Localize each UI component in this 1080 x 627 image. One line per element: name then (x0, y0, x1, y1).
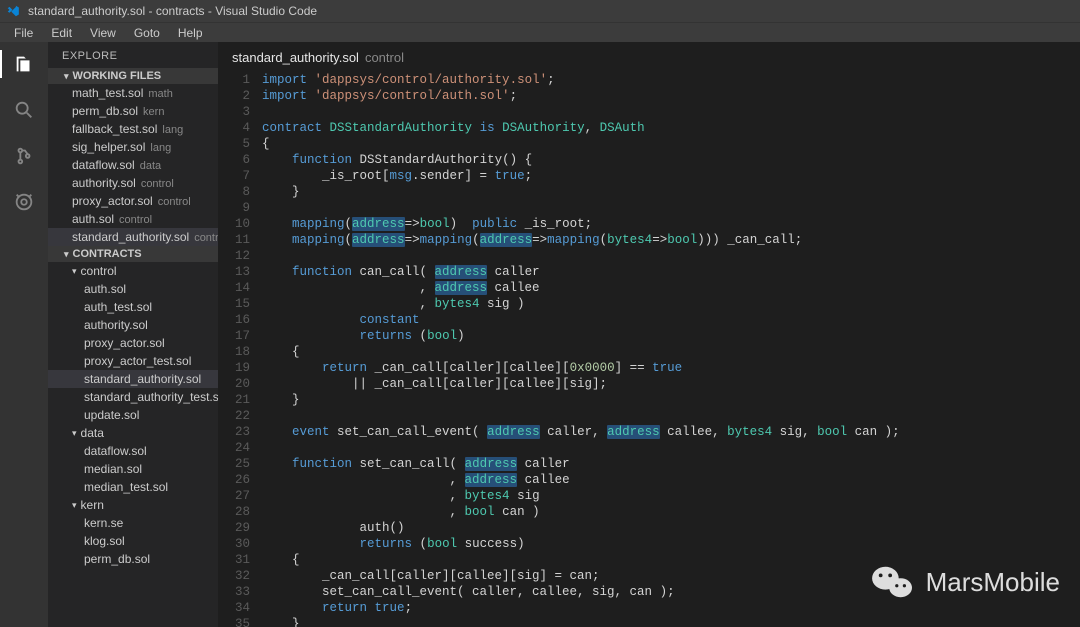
file-name: standard_authority_test.sol (84, 390, 218, 404)
file-item[interactable]: update.sol (48, 406, 218, 424)
activity-bar (0, 42, 48, 627)
file-item[interactable]: proxy_actor.sol (48, 334, 218, 352)
file-name: perm_db.sol (72, 104, 138, 118)
section-working-files-label: WORKING FILES (73, 70, 162, 82)
git-icon[interactable] (10, 142, 38, 170)
working-file-item[interactable]: perm_db.sol kern (48, 102, 218, 120)
title-bar: standard_authority.sol - contracts - Vis… (0, 0, 1080, 22)
folder-label: kern (81, 498, 104, 512)
working-file-item[interactable]: auth.sol control (48, 210, 218, 228)
section-contracts[interactable]: ▾ CONTRACTS (48, 246, 218, 262)
file-name: kern.se (84, 516, 123, 530)
file-dir: lang (162, 124, 183, 136)
working-file-item[interactable]: proxy_actor.sol control (48, 192, 218, 210)
editor: standard_authority.sol control 123456789… (218, 42, 1080, 627)
file-dir: control (119, 214, 152, 226)
menu-bar: File Edit View Goto Help (0, 22, 1080, 42)
file-dir: control (194, 232, 218, 244)
working-file-item[interactable]: dataflow.sol data (48, 156, 218, 174)
main: EXPLORE ▾ WORKING FILES math_test.solmat… (0, 42, 1080, 627)
file-item[interactable]: kern.se (48, 514, 218, 532)
file-name: dataflow.sol (84, 444, 147, 458)
chevron-down-icon: ▾ (64, 71, 69, 82)
wechat-icon (870, 563, 916, 601)
menu-file[interactable]: File (6, 24, 41, 42)
folder-item-kern[interactable]: ▾ kern (48, 496, 218, 514)
file-dir: math (148, 88, 172, 100)
vscode-icon (6, 4, 20, 18)
working-file-item[interactable]: math_test.sol math (48, 84, 218, 102)
working-file-item[interactable]: fallback_test.sol lang (48, 120, 218, 138)
editor-tabs: standard_authority.sol control (218, 42, 1080, 72)
menu-goto[interactable]: Goto (126, 24, 168, 42)
code-lines[interactable]: import 'dappsys/control/authority.sol';i… (262, 72, 1080, 627)
sidebar: EXPLORE ▾ WORKING FILES math_test.solmat… (48, 42, 218, 627)
menu-help[interactable]: Help (170, 24, 211, 42)
folder-label: control (81, 264, 117, 278)
file-name: update.sol (84, 408, 139, 422)
working-file-item[interactable]: standard_authority.sol control (48, 228, 218, 246)
folder-item-control[interactable]: ▾ control (48, 262, 218, 280)
file-item[interactable]: auth.sol (48, 280, 218, 298)
file-name: median.sol (84, 462, 142, 476)
file-dir: control (158, 196, 191, 208)
file-dir: control (141, 178, 174, 190)
file-item[interactable]: dataflow.sol (48, 442, 218, 460)
file-name: median_test.sol (84, 480, 168, 494)
folder-item-data[interactable]: ▾ data (48, 424, 218, 442)
chevron-down-icon: ▾ (72, 266, 77, 277)
file-item[interactable]: median.sol (48, 460, 218, 478)
file-name: proxy_actor.sol (72, 194, 153, 208)
file-name: authority.sol (84, 318, 148, 332)
working-file-item[interactable]: sig_helper.sol lang (48, 138, 218, 156)
file-item[interactable]: klog.sol (48, 532, 218, 550)
file-name: dataflow.sol (72, 158, 135, 172)
file-name: standard_authority.sol (72, 230, 189, 244)
contracts-tree: ▾ control auth.sol auth_test.sol authority.s… (48, 262, 218, 568)
working-file-item[interactable]: authority.sol control (48, 174, 218, 192)
debug-icon[interactable] (10, 188, 38, 216)
file-name: authority.sol (72, 176, 136, 190)
file-item[interactable]: perm_db.sol (48, 550, 218, 568)
file-name: klog.sol (84, 534, 125, 548)
chevron-down-icon: ▾ (72, 500, 77, 511)
section-working-files[interactable]: ▾ WORKING FILES (48, 68, 218, 84)
file-name: auth_test.sol (84, 300, 152, 314)
menu-edit[interactable]: Edit (43, 24, 80, 42)
line-gutter: 1234567891011121314151617181920212223242… (218, 72, 262, 627)
section-contracts-label: CONTRACTS (73, 248, 142, 260)
file-name: standard_authority.sol (84, 372, 201, 386)
tab-dir: control (365, 50, 404, 65)
file-name: math_test.sol (72, 86, 143, 100)
file-item[interactable]: standard_authority.sol (48, 370, 218, 388)
file-name: proxy_actor.sol (84, 336, 165, 350)
file-name: auth.sol (72, 212, 114, 226)
file-name: fallback_test.sol (72, 122, 157, 136)
code-area[interactable]: 1234567891011121314151617181920212223242… (218, 72, 1080, 627)
menu-view[interactable]: View (82, 24, 124, 42)
file-dir: kern (143, 106, 164, 118)
file-item[interactable]: proxy_actor_test.sol (48, 352, 218, 370)
file-dir: lang (150, 142, 171, 154)
working-files-list: math_test.sol math perm_db.sol kern fallback… (48, 84, 218, 246)
chevron-down-icon: ▾ (72, 428, 77, 439)
files-icon[interactable] (10, 50, 38, 78)
file-item[interactable]: auth_test.sol (48, 298, 218, 316)
watermark: MarsMobile (870, 563, 1060, 601)
file-name: perm_db.sol (84, 552, 150, 566)
file-item[interactable]: authority.sol (48, 316, 218, 334)
file-name: auth.sol (84, 282, 126, 296)
tab-name[interactable]: standard_authority.sol (232, 50, 359, 65)
search-icon[interactable] (10, 96, 38, 124)
file-name: proxy_actor_test.sol (84, 354, 191, 368)
watermark-text: MarsMobile (926, 567, 1060, 598)
chevron-down-icon: ▾ (64, 249, 69, 260)
file-name: sig_helper.sol (72, 140, 145, 154)
folder-label: data (81, 426, 104, 440)
file-item[interactable]: standard_authority_test.sol (48, 388, 218, 406)
window-title: standard_authority.sol - contracts - Vis… (28, 4, 317, 18)
sidebar-header: EXPLORE (48, 42, 218, 68)
file-item[interactable]: median_test.sol (48, 478, 218, 496)
file-dir: data (140, 160, 161, 172)
